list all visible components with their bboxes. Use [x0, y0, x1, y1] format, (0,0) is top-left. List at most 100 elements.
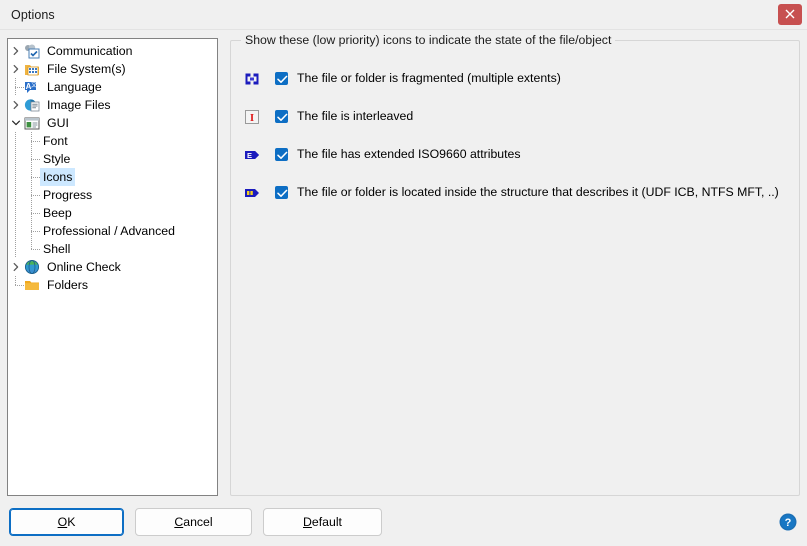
image-files-icon [24, 99, 40, 112]
close-icon [785, 9, 795, 19]
tree-expander[interactable] [8, 61, 24, 77]
option-row: I The file is interleaved [231, 107, 799, 127]
tree-item-label: Professional / Advanced [43, 224, 175, 238]
settings-tree-panel[interactable]: Communication File System(s) A 文 Language Ima… [7, 38, 218, 496]
cancel-rest: ancel [183, 515, 213, 529]
tree-connector [24, 240, 40, 258]
inside-structure-icon [245, 189, 259, 197]
help-button[interactable]: ? [779, 513, 797, 531]
tree-indent-guide [8, 150, 24, 168]
option-state-icon [243, 184, 261, 202]
tree-item-label: Online Check [47, 260, 121, 274]
checkmark-icon [277, 151, 288, 159]
help-icon: ? [779, 513, 797, 531]
svg-text:E: E [247, 151, 252, 160]
tree-item-style[interactable]: Style [8, 150, 217, 168]
checkmark-icon [277, 75, 288, 83]
ok-button[interactable]: OK [9, 508, 124, 536]
tree-item-professional-advanced[interactable]: Professional / Advanced [8, 222, 217, 240]
cancel-button[interactable]: Cancel [135, 508, 252, 536]
option-checkbox[interactable] [275, 186, 288, 199]
tree-item-icon [24, 43, 40, 59]
tree-item-label: Folders [47, 278, 89, 292]
tree-item-online-check[interactable]: Online Check [8, 258, 217, 276]
tree-item-icon [24, 97, 40, 113]
tree-expander[interactable] [8, 115, 24, 131]
tree-item-label: Font [43, 134, 68, 148]
folder-icon [25, 281, 39, 290]
group-box-title: Show these (low priority) icons to indic… [241, 33, 616, 47]
tree-connector [24, 168, 40, 186]
tree-item-label: Communication [47, 44, 133, 58]
tree-item-icon [24, 277, 40, 293]
communication-icon [25, 44, 40, 59]
tree-item-communication[interactable]: Communication [8, 42, 217, 60]
gui-icon [24, 117, 40, 130]
tree-item-label: GUI [47, 116, 69, 130]
option-label[interactable]: The file is interleaved [297, 108, 413, 124]
icons-group-box: Show these (low priority) icons to indic… [230, 33, 800, 496]
tree-item-progress[interactable]: Progress [8, 186, 217, 204]
option-label[interactable]: The file has extended ISO9660 attributes [297, 146, 521, 162]
tree-indent-guide [8, 132, 24, 150]
default-accel: D [303, 515, 312, 529]
checkmark-icon [277, 189, 288, 197]
tree-expander[interactable] [8, 259, 24, 275]
default-rest: efault [311, 515, 342, 529]
tree-connector [24, 204, 40, 222]
tree-item-language[interactable]: A 文 Language [8, 78, 217, 96]
ok-rest: K [67, 515, 76, 529]
option-row: The file or folder is fragmented (multip… [231, 69, 799, 89]
option-checkbox[interactable] [275, 148, 288, 161]
tree-item-file-system-s[interactable]: File System(s) [8, 60, 217, 78]
chevron-right-icon [13, 100, 19, 110]
tree-item-shell[interactable]: Shell [8, 240, 217, 258]
tree-connector [24, 222, 40, 240]
tree-indent-guide [8, 240, 24, 258]
option-label[interactable]: The file or folder is fragmented (multip… [297, 70, 561, 86]
chevron-right-icon [13, 262, 19, 272]
tree-expander[interactable] [8, 43, 24, 59]
option-state-icon: I [243, 108, 261, 126]
tree-item-icon [24, 259, 40, 275]
svg-text:I: I [250, 112, 254, 124]
language-icon: A文 [25, 81, 37, 93]
chevron-right-icon [13, 46, 19, 56]
svg-text:?: ? [785, 517, 792, 529]
window-title: Options [11, 8, 55, 22]
chevron-right-icon [13, 64, 19, 74]
option-label[interactable]: The file or folder is located inside the… [297, 184, 779, 200]
tree-item-image-files[interactable]: Image Files [8, 96, 217, 114]
cancel-accel: C [174, 515, 184, 529]
tree-indent-guide [8, 204, 24, 222]
tree-item-label: Beep [43, 206, 72, 220]
tree-item-gui[interactable]: GUI [8, 114, 217, 132]
online-check-icon [24, 259, 40, 275]
tree-item-label: Image Files [47, 98, 111, 112]
tree-item-font[interactable]: Font [8, 132, 217, 150]
ok-accel: O [57, 515, 68, 529]
option-row: The file or folder is located inside the… [231, 183, 799, 203]
tree-indent-guide [8, 186, 24, 204]
tree-item-label: Shell [43, 242, 71, 256]
option-checkbox[interactable] [275, 72, 288, 85]
option-checkbox[interactable] [275, 110, 288, 123]
options-dialog: Options Communication File System(s) A 文 Lan… [0, 0, 807, 546]
tree-item-icon: A文 [24, 79, 40, 95]
close-button[interactable] [778, 4, 802, 25]
tree-expander[interactable] [8, 97, 24, 113]
tree-item-beep[interactable]: Beep [8, 204, 217, 222]
tree-item-label: Style [43, 152, 71, 166]
extended-attributes-icon: E [245, 151, 259, 160]
tree-item-folders[interactable]: Folders [8, 276, 217, 294]
file-system-icon [25, 65, 39, 76]
tree-connector [24, 150, 40, 168]
option-row: E The file has extended ISO9660 attribute… [231, 145, 799, 165]
tree-item-label: Icons [40, 168, 76, 186]
title-bar: Options [0, 0, 807, 30]
default-button[interactable]: Default [263, 508, 382, 536]
svg-text:文: 文 [31, 81, 37, 89]
tree-connector [24, 132, 40, 150]
tree-item-icons[interactable]: Icons [8, 168, 217, 186]
tree-connector [8, 78, 24, 96]
